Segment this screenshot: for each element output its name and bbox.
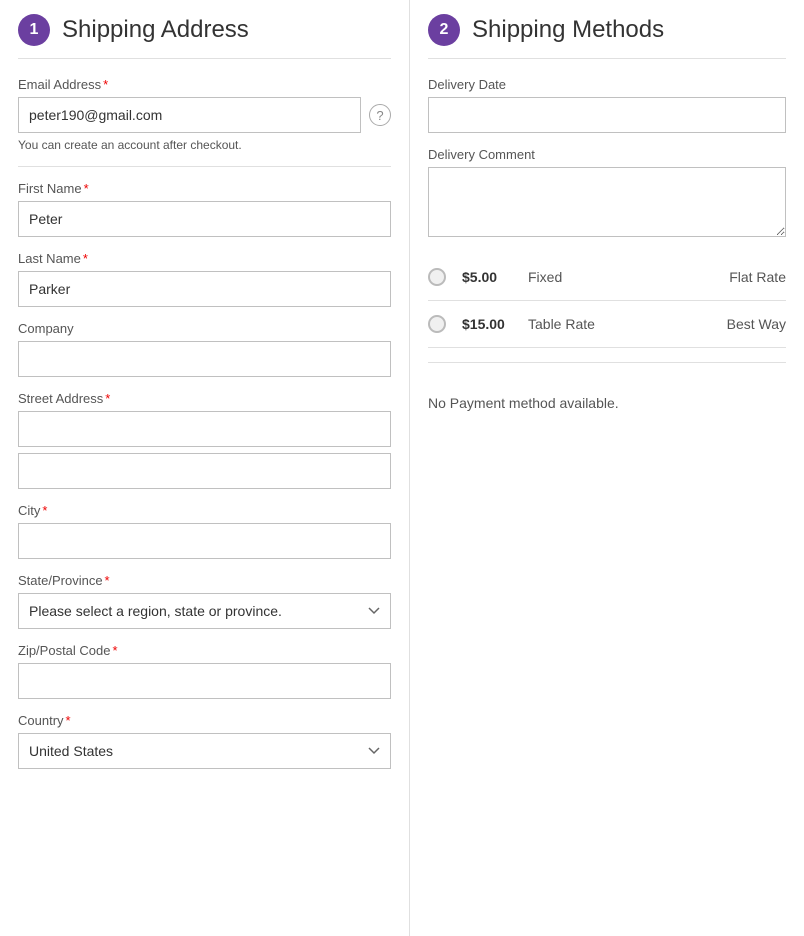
firstname-group: First Name* <box>18 181 391 237</box>
shipping-address-header: 1 Shipping Address <box>18 0 391 59</box>
shipping-methods-title: Shipping Methods <box>472 16 664 44</box>
city-group: City* <box>18 503 391 559</box>
shipping-method-radio-1[interactable] <box>428 268 446 286</box>
email-required: * <box>103 77 108 92</box>
page-container: 1 Shipping Address Email Address* ? You … <box>0 0 804 936</box>
help-icon[interactable]: ? <box>369 104 391 126</box>
shipping-method-price-2: $15.00 <box>462 316 512 332</box>
zip-label: Zip/Postal Code* <box>18 643 391 658</box>
street-input-1[interactable] <box>18 411 391 447</box>
no-payment-text: No Payment method available. <box>428 377 786 429</box>
email-label: Email Address* <box>18 77 391 92</box>
delivery-date-group: Delivery Date <box>428 77 786 133</box>
delivery-date-input[interactable] <box>428 97 786 133</box>
company-label: Company <box>18 321 391 336</box>
firstname-required: * <box>84 181 89 196</box>
shipping-method-row-1: $5.00 Fixed Flat Rate <box>428 254 786 301</box>
shipping-methods-panel: 2 Shipping Methods Delivery Date Deliver… <box>410 0 804 936</box>
shipping-method-name-2: Best Way <box>727 316 786 332</box>
email-row: ? <box>18 97 391 133</box>
state-label: State/Province* <box>18 573 391 588</box>
state-select[interactable]: Please select a region, state or provinc… <box>18 593 391 629</box>
state-group: State/Province* Please select a region, … <box>18 573 391 629</box>
zip-required: * <box>113 643 118 658</box>
lastname-input[interactable] <box>18 271 391 307</box>
city-input[interactable] <box>18 523 391 559</box>
divider-right <box>428 362 786 363</box>
shipping-method-row-2: $15.00 Table Rate Best Way <box>428 301 786 348</box>
street-group: Street Address* <box>18 391 391 489</box>
shipping-methods-header: 2 Shipping Methods <box>428 0 786 59</box>
street-label: Street Address* <box>18 391 391 406</box>
delivery-date-label: Delivery Date <box>428 77 786 92</box>
firstname-input[interactable] <box>18 201 391 237</box>
lastname-required: * <box>83 251 88 266</box>
divider-1 <box>18 166 391 167</box>
country-select[interactable]: United States <box>18 733 391 769</box>
company-input[interactable] <box>18 341 391 377</box>
country-label: Country* <box>18 713 391 728</box>
company-group: Company <box>18 321 391 377</box>
step1-circle: 1 <box>18 14 50 46</box>
lastname-label: Last Name* <box>18 251 391 266</box>
shipping-method-type-2: Table Rate <box>528 316 711 332</box>
delivery-comment-group: Delivery Comment <box>428 147 786 240</box>
street-input-2[interactable] <box>18 453 391 489</box>
email-group: Email Address* ? You can create an accou… <box>18 77 391 152</box>
shipping-address-panel: 1 Shipping Address Email Address* ? You … <box>0 0 410 936</box>
city-label: City* <box>18 503 391 518</box>
shipping-method-type-1: Fixed <box>528 269 713 285</box>
shipping-address-title: Shipping Address <box>62 16 249 44</box>
zip-input[interactable] <box>18 663 391 699</box>
firstname-label: First Name* <box>18 181 391 196</box>
step2-circle: 2 <box>428 14 460 46</box>
lastname-group: Last Name* <box>18 251 391 307</box>
city-required: * <box>42 503 47 518</box>
shipping-method-name-1: Flat Rate <box>729 269 786 285</box>
country-group: Country* United States <box>18 713 391 769</box>
street-required: * <box>105 391 110 406</box>
country-required: * <box>66 713 71 728</box>
delivery-comment-textarea[interactable] <box>428 167 786 237</box>
shipping-method-price-1: $5.00 <box>462 269 512 285</box>
email-input[interactable] <box>18 97 361 133</box>
delivery-comment-label: Delivery Comment <box>428 147 786 162</box>
zip-group: Zip/Postal Code* <box>18 643 391 699</box>
shipping-method-radio-2[interactable] <box>428 315 446 333</box>
email-hint: You can create an account after checkout… <box>18 138 391 152</box>
state-required: * <box>105 573 110 588</box>
